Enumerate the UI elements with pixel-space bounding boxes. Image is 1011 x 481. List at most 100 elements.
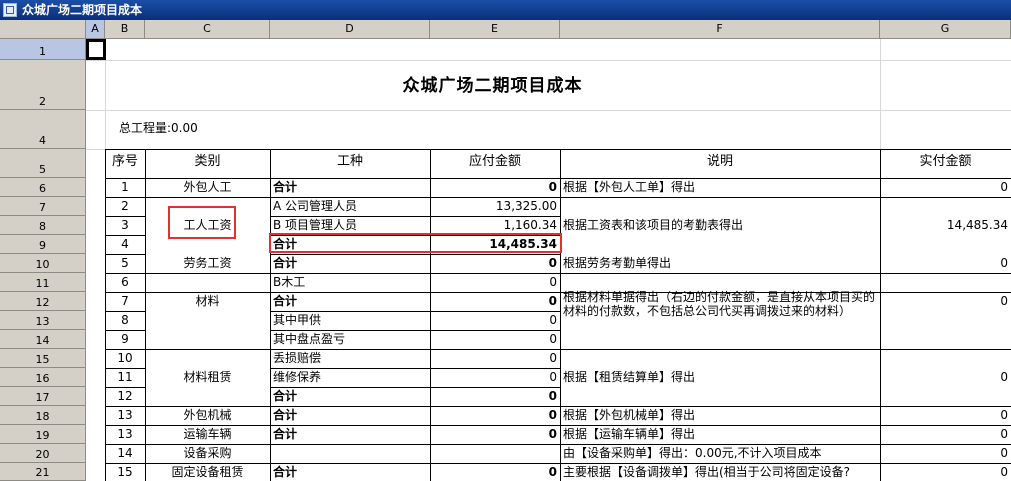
cell-seq[interactable]: 6: [105, 274, 145, 292]
sheet-grid[interactable]: 众城广场二期项目成本 总工程量:0.00 序号 类别 工种 应付金额 说明 实付…: [86, 39, 1011, 481]
column-header-a[interactable]: A: [86, 20, 105, 39]
cell-actual[interactable]: 0: [880, 179, 1011, 197]
cell-seq[interactable]: 2: [105, 198, 145, 216]
row-header[interactable]: 1: [0, 39, 86, 60]
row-header[interactable]: 13: [0, 311, 86, 330]
cell-amount[interactable]: 0: [430, 179, 560, 197]
cell-seq[interactable]: 7: [105, 293, 145, 311]
cell-amount[interactable]: 0: [430, 255, 560, 273]
row-header[interactable]: 19: [0, 425, 86, 444]
cell-work[interactable]: 合计: [270, 179, 430, 197]
row-header[interactable]: 14: [0, 330, 86, 349]
cell-amount[interactable]: [430, 445, 560, 463]
cell-desc[interactable]: 由【设备采购单】得出：0.00元,不计入项目成本: [560, 445, 880, 463]
cell-work[interactable]: 合计: [270, 426, 430, 444]
cell-seq[interactable]: 4: [105, 236, 145, 254]
row-header[interactable]: 8: [0, 216, 86, 235]
cell-desc[interactable]: 根据工资表和该项目的考勤表得出: [560, 217, 880, 235]
cell-actual[interactable]: 0: [880, 426, 1011, 444]
row-header[interactable]: 21: [0, 463, 86, 481]
cell-amount[interactable]: 0: [430, 350, 560, 368]
cell-seq[interactable]: 5: [105, 255, 145, 273]
cell-work[interactable]: 丢损赔偿: [270, 350, 430, 368]
cell-actual[interactable]: 0: [880, 407, 1011, 425]
cell-amount[interactable]: 0: [430, 293, 560, 311]
cell-category[interactable]: 固定设备租赁: [145, 464, 270, 481]
cell-work[interactable]: 维修保养: [270, 369, 430, 387]
row-header[interactable]: 20: [0, 444, 86, 463]
cell-amount[interactable]: 0: [430, 388, 560, 406]
cell-work[interactable]: B木工: [270, 274, 430, 292]
cell-amount[interactable]: 0: [430, 331, 560, 349]
row-header[interactable]: 2: [0, 60, 86, 110]
cell-amount[interactable]: 0: [430, 312, 560, 330]
cell-actual[interactable]: 0: [880, 464, 1011, 481]
cell-desc[interactable]: 主要根据【设备调拨单】得出(相当于公司将固定设备?: [560, 464, 880, 481]
cell-work[interactable]: 其中盘点盈亏: [270, 331, 430, 349]
cell-desc[interactable]: 根据劳务考勤单得出: [560, 255, 880, 273]
cell-seq[interactable]: 11: [105, 369, 145, 387]
cell-work[interactable]: 其中甲供: [270, 312, 430, 330]
cell-seq[interactable]: 1: [105, 179, 145, 197]
cell-actual[interactable]: 0: [880, 445, 1011, 463]
row-header[interactable]: 11: [0, 273, 86, 292]
cell-amount[interactable]: 0: [430, 426, 560, 444]
cell-desc[interactable]: 根据【外包机械单】得出: [560, 407, 880, 425]
column-header-d[interactable]: D: [270, 20, 430, 39]
cell-work[interactable]: A 公司管理人员: [270, 198, 430, 216]
select-all-corner[interactable]: [0, 20, 86, 39]
cell-work[interactable]: 合计: [270, 255, 430, 273]
row-header[interactable]: 9: [0, 235, 86, 254]
row-header[interactable]: 16: [0, 368, 86, 387]
cell-actual[interactable]: 14,485.34: [880, 217, 1011, 235]
cell-amount[interactable]: 0: [430, 464, 560, 481]
cell-category[interactable]: 材料: [145, 293, 270, 311]
column-header-b[interactable]: B: [105, 20, 145, 39]
cell-category[interactable]: 外包人工: [145, 179, 270, 197]
cell-seq[interactable]: 13: [105, 426, 145, 444]
cell-category[interactable]: 设备采购: [145, 445, 270, 463]
active-cell[interactable]: [86, 39, 106, 60]
column-header-e[interactable]: E: [430, 20, 560, 39]
cell-seq[interactable]: 8: [105, 312, 145, 330]
cell-seq[interactable]: 13: [105, 407, 145, 425]
cell-category[interactable]: 劳务工资: [145, 255, 270, 273]
cell-seq[interactable]: 3: [105, 217, 145, 235]
cell-category[interactable]: 运输车辆: [145, 426, 270, 444]
cell-seq[interactable]: 14: [105, 445, 145, 463]
row-header[interactable]: 7: [0, 197, 86, 216]
column-header-c[interactable]: C: [145, 20, 270, 39]
row-header[interactable]: 12: [0, 292, 86, 311]
cell-seq[interactable]: 9: [105, 331, 145, 349]
row-header[interactable]: 10: [0, 254, 86, 273]
cell-work[interactable]: 合计: [270, 464, 430, 481]
cell-seq[interactable]: 10: [105, 350, 145, 368]
cell-work[interactable]: 合计: [270, 407, 430, 425]
cell-seq[interactable]: 12: [105, 388, 145, 406]
cell-work[interactable]: 合计: [270, 388, 430, 406]
cell-desc[interactable]: 根据【外包人工单】得出: [560, 179, 880, 197]
cell-amount[interactable]: 13,325.00: [430, 198, 560, 216]
row-header[interactable]: 17: [0, 387, 86, 406]
cell-desc[interactable]: 根据材料单据得出（右边的付款金额，是直接从本项目买的材料的付款数，不包括总公司代…: [560, 274, 880, 349]
column-header-g[interactable]: G: [880, 20, 1011, 39]
cell-work[interactable]: 合计: [270, 293, 430, 311]
cell-desc[interactable]: 根据【租赁结算单】得出: [560, 369, 880, 387]
cell-amount[interactable]: 0: [430, 274, 560, 292]
column-header-f[interactable]: F: [560, 20, 880, 39]
cell-amount[interactable]: 0: [430, 407, 560, 425]
cell-desc[interactable]: 根据【运输车辆单】得出: [560, 426, 880, 444]
row-header[interactable]: 15: [0, 349, 86, 368]
row-header[interactable]: 4: [0, 110, 86, 149]
cell-actual[interactable]: 0: [880, 369, 1011, 387]
cell-category[interactable]: 材料租赁: [145, 369, 270, 387]
cell-amount[interactable]: 0: [430, 369, 560, 387]
cell-work[interactable]: [270, 445, 430, 463]
cell-seq[interactable]: 15: [105, 464, 145, 481]
row-header[interactable]: 6: [0, 178, 86, 197]
row-header[interactable]: 18: [0, 406, 86, 425]
row-header[interactable]: 5: [0, 149, 86, 178]
cell-actual[interactable]: 0: [880, 293, 1011, 311]
cell-category[interactable]: 外包机械: [145, 407, 270, 425]
cell-actual[interactable]: 0: [880, 255, 1011, 273]
